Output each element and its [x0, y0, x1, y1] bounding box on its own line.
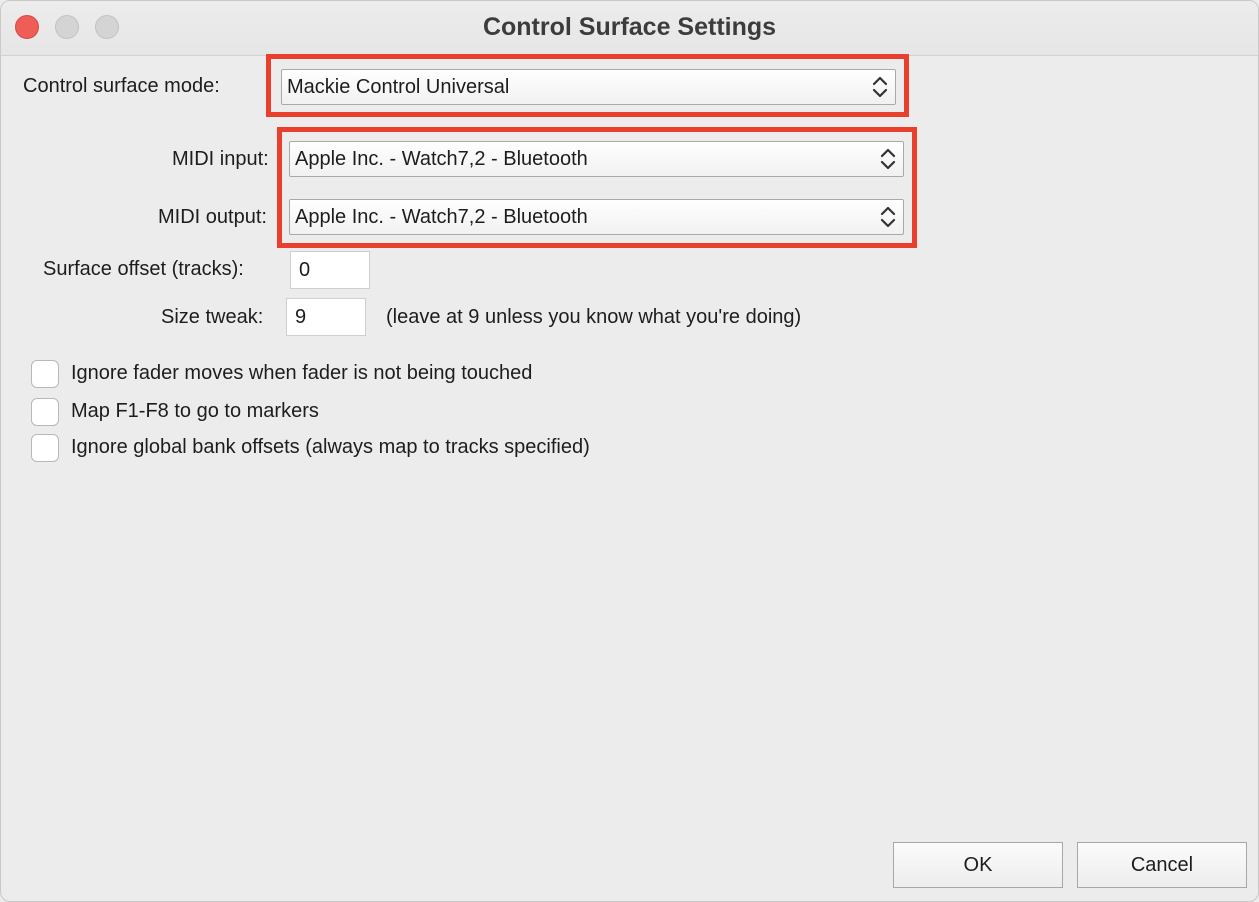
- midi-input-label: MIDI input:: [172, 148, 269, 170]
- surface-offset-input[interactable]: 0: [290, 251, 370, 289]
- midi-output-label: MIDI output:: [158, 206, 267, 228]
- ignore-bank-offsets-checkbox[interactable]: [31, 434, 59, 462]
- ignore-fader-moves-label[interactable]: Ignore fader moves when fader is not bei…: [71, 362, 532, 385]
- surface-offset-label: Surface offset (tracks):: [43, 258, 244, 280]
- ignore-fader-moves-checkbox[interactable]: [31, 360, 59, 388]
- midi-highlight-box: [277, 127, 917, 248]
- mode-highlight-box: [266, 54, 909, 117]
- cancel-button[interactable]: Cancel: [1077, 842, 1247, 888]
- ignore-bank-offsets-label[interactable]: Ignore global bank offsets (always map t…: [71, 436, 590, 459]
- size-tweak-label: Size tweak:: [161, 306, 264, 328]
- size-tweak-input[interactable]: 9: [286, 298, 366, 336]
- control-surface-settings-dialog: Control Surface Settings Control surface…: [0, 0, 1259, 902]
- map-f1-f8-checkbox[interactable]: [31, 398, 59, 426]
- ok-button[interactable]: OK: [893, 842, 1063, 888]
- size-tweak-hint: (leave at 9 unless you know what you're …: [386, 306, 802, 328]
- map-f1-f8-label[interactable]: Map F1-F8 to go to markers: [71, 400, 319, 423]
- window-title: Control Surface Settings: [482, 13, 777, 41]
- control-surface-mode-label: Control surface mode:: [23, 75, 220, 97]
- title-bar: Control Surface Settings: [1, 1, 1258, 56]
